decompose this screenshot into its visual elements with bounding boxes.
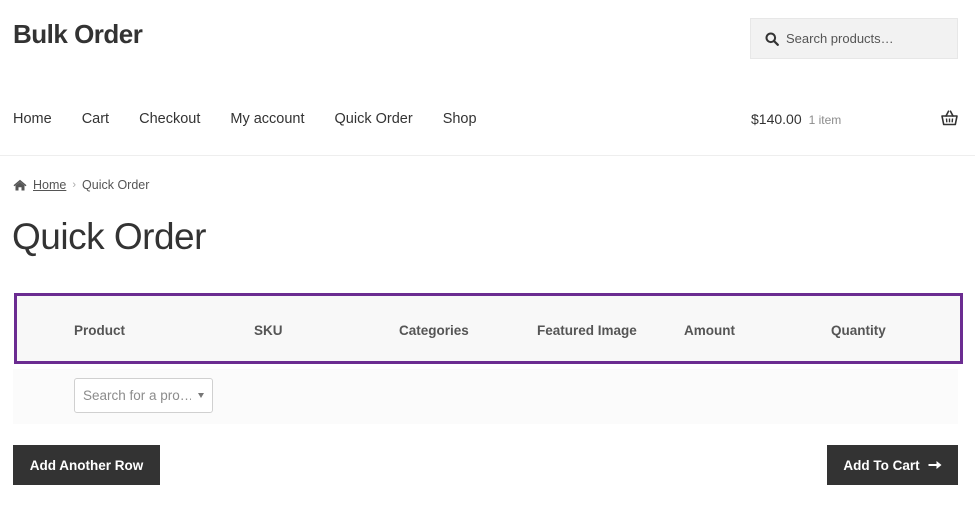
column-header-sku: SKU (254, 323, 283, 338)
home-icon (13, 179, 27, 191)
search-icon (765, 32, 779, 46)
add-to-cart-label: Add To Cart (843, 457, 920, 473)
table-row: Search for a pro… (13, 369, 958, 424)
nav-item-quick-order[interactable]: Quick Order (335, 111, 413, 127)
column-header-amount: Amount (684, 323, 735, 338)
breadcrumb-current: Quick Order (82, 178, 150, 192)
cart-count: 1 item (808, 113, 842, 127)
add-another-row-button[interactable]: Add Another Row (13, 445, 160, 485)
search-input[interactable] (786, 31, 956, 46)
site-title[interactable]: Bulk Order (13, 19, 143, 50)
chevron-down-icon (198, 393, 204, 398)
breadcrumb-separator: › (72, 179, 77, 191)
nav-item-checkout[interactable]: Checkout (139, 111, 200, 127)
order-table-header: Product SKU Categories Featured Image Am… (14, 293, 963, 364)
column-header-quantity: Quantity (831, 323, 886, 338)
product-search-select[interactable]: Search for a pro… (74, 378, 213, 413)
column-header-product: Product (74, 323, 126, 338)
nav-item-shop[interactable]: Shop (443, 111, 477, 127)
product-select-placeholder: Search for a pro… (83, 388, 191, 403)
header-cart[interactable]: $140.00 1 item (751, 110, 958, 127)
search-box[interactable] (750, 18, 958, 59)
cart-amount: $140.00 (751, 111, 802, 127)
primary-nav: Home Cart Checkout My account Quick Orde… (13, 111, 507, 127)
breadcrumb-home-link[interactable]: Home (33, 178, 66, 192)
column-header-categories: Categories (399, 323, 469, 338)
add-to-cart-button[interactable]: Add To Cart (827, 445, 958, 485)
breadcrumb: Home › Quick Order (13, 178, 149, 192)
arrow-right-icon (928, 460, 942, 470)
add-another-row-label: Add Another Row (29, 457, 144, 473)
nav-item-my-account[interactable]: My account (230, 111, 304, 127)
column-header-featured-image: Featured Image (537, 323, 637, 338)
nav-item-home[interactable]: Home (13, 111, 52, 127)
nav-item-cart[interactable]: Cart (82, 111, 109, 127)
header-divider (0, 155, 975, 156)
page-title: Quick Order (12, 216, 206, 257)
basket-icon (941, 110, 958, 126)
